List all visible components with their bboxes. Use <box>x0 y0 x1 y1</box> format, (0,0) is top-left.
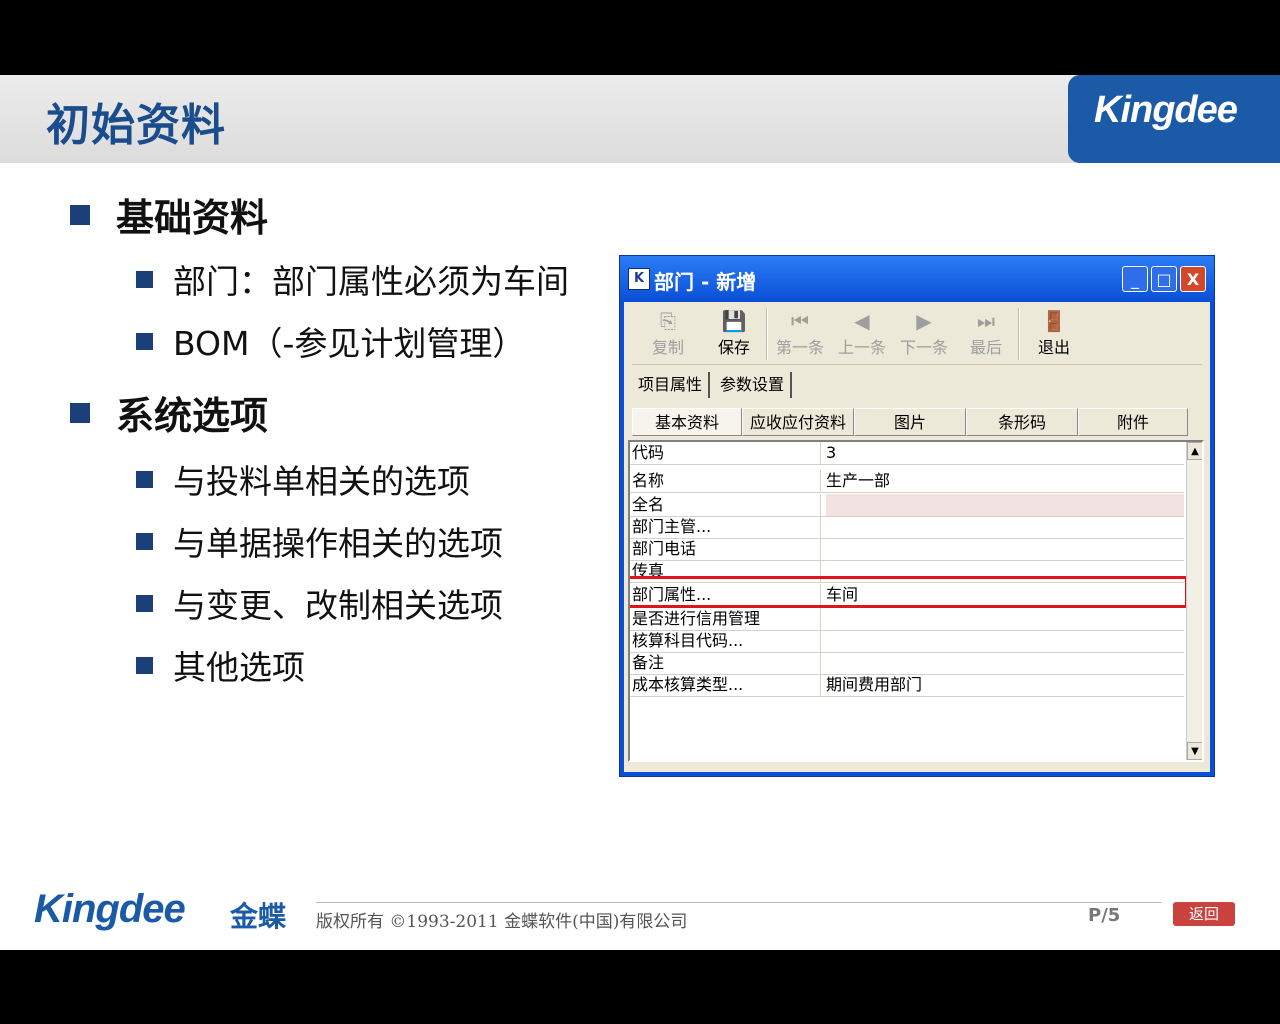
field-value[interactable] <box>826 630 1184 652</box>
dialog-titlebar[interactable]: K 部门 - 新增 _ □ X <box>620 256 1214 302</box>
bullet-square-icon <box>70 204 90 225</box>
kingdee-logo: Kingdee <box>1068 75 1280 163</box>
footer-divider <box>316 902 1162 903</box>
bullet-square-icon <box>136 656 153 674</box>
bullet-change-options: 与变更、改制相关选项 <box>136 579 503 627</box>
department-dialog: K 部门 - 新增 _ □ X ⎘ 复制 💾 保存 ⏮ 第一条 ◀ 上一条 ▶ … <box>619 255 1215 777</box>
bullet-basic-data: 基础资料 <box>70 187 268 242</box>
slide-title: 初始资料 <box>46 100 226 151</box>
field-row-cost-type[interactable]: 成本核算类型... 期间费用部门 <box>630 674 1184 697</box>
logo-text: Kingdee <box>1094 89 1238 131</box>
exit-button[interactable]: 🚪 退出 <box>1026 308 1082 358</box>
save-button[interactable]: 💾 保存 <box>706 308 762 358</box>
tab-project-properties[interactable]: 项目属性 <box>632 372 711 398</box>
field-row-remark[interactable]: 备注 <box>630 652 1184 675</box>
maximize-button[interactable]: □ <box>1151 266 1177 292</box>
scroll-up-icon[interactable]: ▲ <box>1187 442 1202 460</box>
toolbar: ⎘ 复制 💾 保存 ⏮ 第一条 ◀ 上一条 ▶ 下一条 ⏭ 最后 🚪 退出 <box>632 302 1202 365</box>
sub-tabs: 基本资料 应收应付资料 图片 条形码 附件 <box>632 408 1188 436</box>
bullet-square-icon <box>136 332 153 350</box>
kingdee-app-icon: K <box>628 268 650 290</box>
first-record-icon: ⏮ <box>791 309 809 333</box>
bullet-system-options: 系统选项 <box>70 385 268 440</box>
exit-icon: 🚪 <box>1041 309 1067 333</box>
field-value[interactable]: 3 <box>826 442 1184 464</box>
toolbar-separator <box>766 308 768 360</box>
back-button[interactable]: 返回 <box>1173 902 1235 926</box>
field-value[interactable]: 期间费用部门 <box>826 674 1184 696</box>
bullet-square-icon <box>136 532 153 550</box>
dialog-title: 部门 - 新增 <box>654 270 757 294</box>
field-value[interactable] <box>826 652 1184 674</box>
field-value[interactable] <box>826 516 1184 538</box>
field-row-code[interactable]: 代码 3 <box>630 442 1184 465</box>
prev-record-button[interactable]: ◀ 上一条 <box>834 308 890 358</box>
title-bar: 初始资料 Kingdee <box>0 75 1280 163</box>
last-record-button[interactable]: ⏭ 最后 <box>958 308 1014 358</box>
bullet-square-icon <box>70 402 90 423</box>
footer-logo: Kingdee <box>34 887 186 931</box>
next-record-button[interactable]: ▶ 下一条 <box>896 308 952 358</box>
page-number: P/5 <box>1088 905 1121 926</box>
copy-icon: ⎘ <box>660 309 676 333</box>
field-row-name[interactable]: 名称 生产一部 <box>630 470 1184 493</box>
bullet-square-icon <box>136 594 153 612</box>
bullet-document-options: 与单据操作相关的选项 <box>136 517 503 565</box>
bullet-bom: BOM（-参见计划管理） <box>136 317 525 365</box>
field-value[interactable]: 生产一部 <box>826 470 1184 492</box>
tab-receivable-payable[interactable]: 应收应付资料 <box>742 408 854 436</box>
tab-image[interactable]: 图片 <box>854 408 966 436</box>
field-row-credit-mgmt[interactable]: 是否进行信用管理 <box>630 608 1184 631</box>
dialog-body: ⎘ 复制 💾 保存 ⏮ 第一条 ◀ 上一条 ▶ 下一条 ⏭ 最后 🚪 退出 项目… <box>624 302 1210 772</box>
bullet-material-list-options: 与投料单相关的选项 <box>136 455 470 503</box>
tab-basic-data[interactable]: 基本资料 <box>632 408 742 436</box>
field-row-account-code[interactable]: 核算科目代码... <box>630 630 1184 653</box>
field-row-fullname[interactable]: 全名 <box>630 494 1184 517</box>
field-value[interactable] <box>826 608 1184 630</box>
minimize-button[interactable]: _ <box>1122 266 1148 292</box>
slide: 初始资料 Kingdee 基础资料 部门：部门属性必须为车间 BOM（-参见计划… <box>0 75 1280 950</box>
scroll-down-icon[interactable]: ▼ <box>1187 742 1202 760</box>
save-icon: 💾 <box>721 309 747 333</box>
field-row-manager[interactable]: 部门主管... <box>630 516 1184 539</box>
last-record-icon: ⏭ <box>977 309 995 333</box>
bullet-other-options: 其他选项 <box>136 641 305 689</box>
property-grid: 代码 3 名称 生产一部 全名 部门主管... 部门电话 传真 部门属性... … <box>628 440 1204 762</box>
bullet-square-icon <box>136 270 153 288</box>
copy-button[interactable]: ⎘ 复制 <box>640 308 696 358</box>
bullet-square-icon <box>136 470 153 488</box>
field-value[interactable] <box>826 538 1184 560</box>
footer-logo-cn: 金蝶 <box>230 900 287 933</box>
tab-barcode[interactable]: 条形码 <box>966 408 1078 436</box>
field-value[interactable] <box>826 494 1184 516</box>
highlight-box <box>630 576 1188 608</box>
vertical-scrollbar[interactable]: ▲ ▼ <box>1186 442 1202 760</box>
tab-attachment[interactable]: 附件 <box>1078 408 1188 436</box>
bullet-department: 部门：部门属性必须为车间 <box>136 255 569 303</box>
close-button[interactable]: X <box>1180 266 1206 292</box>
prev-record-icon: ◀ <box>854 309 870 333</box>
tab-parameter-settings[interactable]: 参数设置 <box>714 372 793 398</box>
field-row-phone[interactable]: 部门电话 <box>630 538 1184 561</box>
copyright-text: 版权所有 ©1993-2011 金蝶软件(中国)有限公司 <box>316 912 688 932</box>
next-record-icon: ▶ <box>916 309 932 333</box>
first-record-button[interactable]: ⏮ 第一条 <box>772 308 828 358</box>
toolbar-separator <box>1018 308 1020 360</box>
